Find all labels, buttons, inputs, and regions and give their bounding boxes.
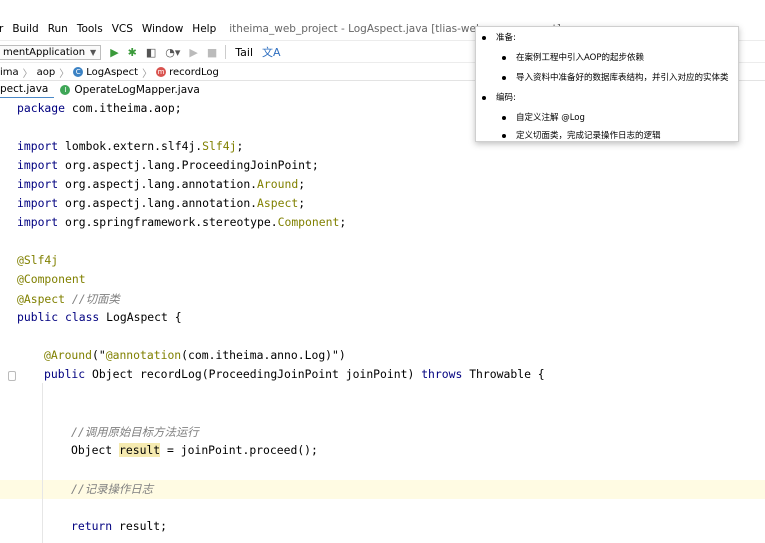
chevron-right-icon: 〉 [22, 68, 33, 80]
play-icon[interactable]: ▶ [189, 46, 197, 59]
translate-icon[interactable]: 文A [262, 44, 281, 60]
toolbar-divider [225, 45, 227, 59]
chevron-right-icon: 〉 [59, 68, 70, 80]
tab-label: OperateLogMapper.java [74, 84, 200, 96]
code-line: public class LogAspect { [17, 310, 182, 324]
code-line: @Component [17, 272, 86, 286]
interface-icon: I [60, 85, 71, 95]
bullet-icon [502, 75, 506, 80]
popup-item: 自定义注解 @Log [502, 111, 585, 123]
code-line: import org.aspectj.lang.annotation.Aroun… [17, 177, 306, 191]
bullet-icon [502, 133, 506, 138]
code-line: Object result = joinPoint.proceed(); [71, 443, 318, 457]
fold-marker-icon[interactable] [8, 371, 16, 381]
code-line: @Around("@annotation(com.itheima.anno.Lo… [44, 348, 346, 362]
menu-window[interactable]: Window [142, 23, 183, 35]
menu-refactor[interactable]: r [0, 23, 3, 35]
tab-label: pect.java [0, 83, 49, 95]
code-line: public Object recordLog(ProceedingJoinPo… [44, 367, 545, 381]
run-icon[interactable]: ▶ [110, 46, 118, 59]
bullet-icon [482, 95, 486, 100]
bullet-icon [482, 35, 486, 40]
code-line: @Aspect //切面类 [17, 292, 120, 306]
tab-operatelogmapper[interactable]: I OperateLogMapper.java [54, 81, 205, 99]
code-line: import org.aspectj.lang.annotation.Aspec… [17, 196, 306, 210]
run-config-label: mentApplication [3, 46, 86, 58]
tail-button[interactable]: Tail [235, 46, 253, 59]
popup-item: 定义切面类，完成记录操作日志的逻辑 [502, 129, 661, 141]
indent-guide [42, 383, 43, 543]
code-line: import lombok.extern.slf4j.Slf4j; [17, 139, 244, 153]
menu-vcs[interactable]: VCS [112, 23, 133, 35]
run-config-select[interactable]: mentApplication ▼ [0, 44, 102, 60]
code-line: return result; [71, 519, 168, 533]
menu-build[interactable]: Build [12, 23, 38, 35]
menu-run[interactable]: Run [48, 23, 68, 35]
method-icon: m [156, 67, 167, 77]
code-line: import org.springframework.stereotype.Co… [17, 215, 347, 229]
breadcrumb-item[interactable]: ima [0, 67, 19, 78]
code-line: //记录操作日志 [71, 482, 154, 496]
debug-icon[interactable]: ✱ [128, 46, 137, 59]
popup-section-coding: 编码: [482, 91, 516, 103]
popup-section-prepare: 准备: [482, 31, 516, 43]
code-line: @Slf4j [17, 253, 59, 267]
code-line: //调用原始目标方法运行 [71, 425, 199, 439]
profile-icon[interactable]: ◔▾ [165, 46, 180, 59]
menu-tools[interactable]: Tools [77, 23, 103, 35]
breadcrumb-item[interactable]: recordLog [169, 67, 219, 78]
chevron-down-icon: ▼ [90, 47, 97, 57]
bullet-icon [502, 55, 506, 60]
class-icon: C [73, 67, 84, 77]
code-line: package com.itheima.aop; [17, 101, 182, 115]
breadcrumb-item[interactable]: LogAspect [86, 67, 138, 78]
stop-icon[interactable]: ■ [207, 46, 217, 59]
notes-popup: 准备: 在案例工程中引入AOP的起步依赖 导入资料中准备好的数据库表结构，并引入… [475, 26, 739, 142]
menu-help[interactable]: Help [192, 23, 216, 35]
code-line: import org.aspectj.lang.ProceedingJoinPo… [17, 158, 319, 172]
tab-logaspect[interactable]: pect.java [0, 81, 55, 99]
breadcrumb-item[interactable]: aop [37, 67, 56, 78]
popup-item: 在案例工程中引入AOP的起步依赖 [502, 51, 644, 63]
code-editor[interactable]: package com.itheima.aop; import lombok.e… [0, 98, 765, 543]
coverage-icon[interactable]: ◧ [146, 46, 156, 59]
chevron-right-icon: 〉 [142, 68, 153, 80]
bullet-icon [502, 115, 506, 120]
popup-item: 导入资料中准备好的数据库表结构，并引入对应的实体类 [502, 71, 729, 83]
